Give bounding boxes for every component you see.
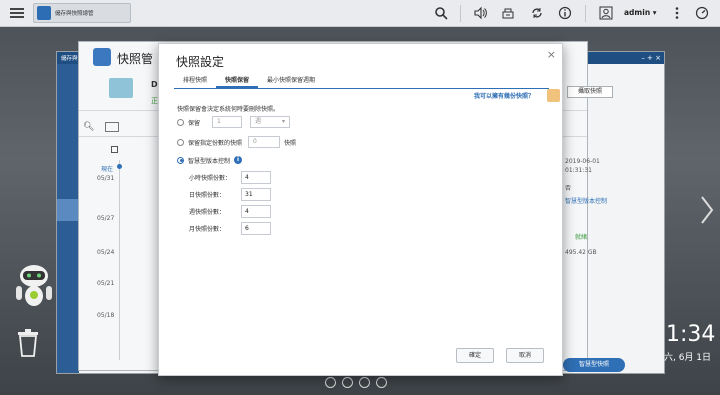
snapshot-date: 2019-06-01 [565,158,600,165]
snapshot-size: 495.42 GB [565,249,597,256]
dock-button[interactable] [342,377,353,388]
timeline-date: 05/24 [97,249,115,256]
select-value: 週 [255,118,262,125]
timeline-date: 05/27 [97,215,115,222]
snapshot-lock-status: 否 [565,185,572,192]
trash-icon[interactable] [16,328,40,358]
field-label: 日快照份數： [189,191,226,199]
option-keep-count: 保留指定份數的快照 0 快照 [177,136,296,148]
snapshot-manager-icon [93,48,111,66]
window-header-title: 快照管 [117,52,154,66]
tasks-icon[interactable] [500,5,516,21]
dashboard-gauge-icon[interactable] [694,5,710,21]
volume-icon[interactable] [472,5,488,21]
next-page-arrow-icon[interactable] [699,195,715,225]
separator [460,5,461,22]
user-avatar-icon[interactable] [598,5,614,21]
weekly-count-input[interactable]: 4 [241,204,271,218]
hourly-count-row: 小時快照份數： 4 [189,170,271,184]
smart-snapshot-button[interactable]: 智慧型快照 [563,358,625,372]
search-icon[interactable] [433,5,449,21]
desktop-clock-time: 1:34 [666,322,716,347]
field-label: 小時快照份數： [189,174,232,182]
option-smart-versioning: 智慧型版本控制 i [177,154,243,166]
daily-count-input[interactable]: 31 [241,187,271,201]
close-icon[interactable]: × [547,48,556,61]
daily-count-row: 日快照份數： 31 [189,187,271,201]
bottom-dock [325,377,387,388]
volume-status: 正 [151,97,158,105]
timeline-now-label: 現在 [101,166,114,173]
retention-description: 快照保留會決定系統何時要刪除快照。 [177,106,280,113]
sync-icon[interactable] [529,5,545,21]
keep-count-input[interactable]: 0 [248,136,281,148]
app-tab-storage-snapshots[interactable]: 儲存與快照總管 [33,3,131,23]
view-toggle-icon[interactable] [105,122,119,132]
dock-button[interactable] [359,377,370,388]
volume-name: D [151,80,158,89]
option-label: 保留指定份數的快照 [188,139,243,147]
window-sidebar [57,64,79,373]
field-label: 月快照份數： [189,225,226,233]
top-taskbar: 儲存與快照總管 admin ▾ [0,0,720,27]
collapse-icon[interactable] [111,146,118,153]
cancel-button[interactable]: 取消 [506,348,544,363]
timeline-date: 05/31 [97,175,115,182]
confirm-button[interactable]: 確定 [456,348,494,363]
option-label: 保留 [188,119,201,127]
monthly-count-input[interactable]: 6 [241,221,271,235]
timeline-date: 05/18 [97,312,115,319]
tab-min-retention[interactable]: 最小快照保留週期 [258,76,324,88]
radio-smart-versioning[interactable] [177,156,184,164]
dialog-tabs: 排程快照 快照保留 最小快照保留週期 [174,76,324,88]
chevron-down-icon: ▾ [282,118,286,125]
tabs-underline [174,88,549,89]
option-label: 智慧型版本控制 [188,157,231,165]
option-unit: 快照 [284,139,297,147]
timeline-date: 05/21 [97,280,115,287]
radio-keep-count[interactable] [177,138,184,146]
help-avatar-icon [547,89,560,102]
radio-keep-duration[interactable] [177,118,184,126]
status-ready: 就緒 [575,234,588,241]
snapshot-time: 01:31:31 [565,167,592,174]
assistant-robot-icon[interactable] [14,262,54,310]
tab-schedule[interactable]: 排程快照 [174,76,216,88]
duration-unit-select[interactable]: 週 ▾ [250,116,291,128]
info-icon[interactable]: i [234,156,243,164]
separator [585,5,586,22]
timeline-marker [117,164,122,169]
window-controls[interactable]: – + × [641,54,661,62]
dock-button[interactable] [325,377,336,388]
volume-illustration-icon [109,78,133,98]
app-tab-label: 儲存與快照總管 [55,11,94,17]
search-icon[interactable]: 🔍︎ [83,122,94,132]
more-options-icon[interactable] [669,5,685,21]
dialog-title: 快照設定 [176,55,225,69]
keep-duration-input[interactable]: 1 [212,116,243,128]
field-label: 週快照份數： [189,208,226,216]
option-keep-duration: 保留 1 週 ▾ [177,116,291,128]
timeline-axis [119,160,120,360]
monthly-count-row: 月快照份數： 6 [189,221,271,235]
hourly-count-input[interactable]: 4 [241,170,271,184]
storage-app-icon [37,6,51,20]
retention-link[interactable]: 智慧型版本控制 [565,196,607,205]
help-link[interactable]: 我可以擁有幾份快照？ [474,91,534,100]
user-menu[interactable]: admin ▾ [624,8,657,17]
info-icon[interactable] [557,5,573,21]
dock-button[interactable] [376,377,387,388]
main-menu-button[interactable] [10,6,24,20]
tab-retention[interactable]: 快照保留 [216,76,259,88]
take-snapshot-button[interactable]: 攝取快照 [567,86,613,98]
weekly-count-row: 週快照份數： 4 [189,204,271,218]
desktop-clock-date: 六, 6月 1日 [664,353,712,363]
sidebar-item-snapshot[interactable] [57,199,79,221]
snapshot-settings-dialog: 快照設定 × 排程快照 快照保留 最小快照保留週期 我可以擁有幾份快照？ 快照保… [158,43,563,376]
